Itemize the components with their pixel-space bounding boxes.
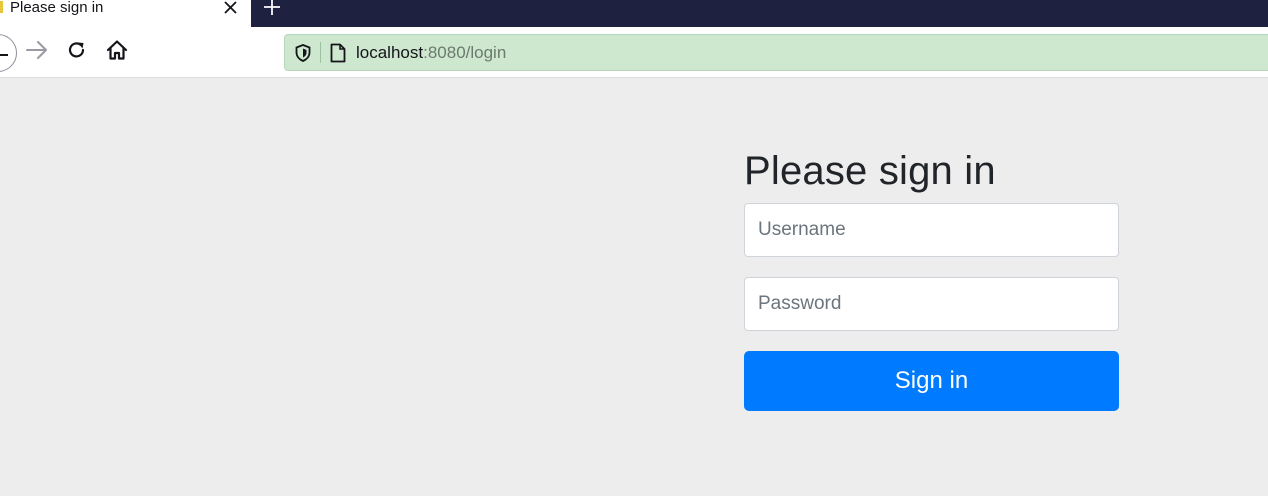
browser-tab[interactable]: Please sign in	[0, 0, 251, 27]
page-content: Please sign in Sign in	[0, 78, 1268, 496]
page-title: Please sign in	[744, 149, 996, 193]
url-separator	[320, 42, 321, 63]
url-text[interactable]: localhost:8080/login	[356, 35, 506, 70]
shield-icon[interactable]	[293, 35, 313, 70]
home-button[interactable]	[102, 27, 132, 78]
address-bar[interactable]: localhost:8080/login	[284, 34, 1268, 71]
tab-title: Please sign in	[10, 0, 104, 16]
forward-button[interactable]	[22, 27, 52, 78]
tab-favicon	[0, 1, 3, 13]
username-input[interactable]	[744, 203, 1119, 257]
back-button[interactable]	[0, 27, 18, 78]
reload-button[interactable]	[62, 27, 92, 78]
password-input[interactable]	[744, 277, 1119, 331]
arrow-right-icon	[26, 41, 48, 64]
sign-in-button[interactable]: Sign in	[744, 351, 1119, 411]
page-icon[interactable]	[329, 35, 347, 70]
close-icon[interactable]	[220, 0, 240, 16]
tab-strip: Please sign in	[0, 0, 1268, 27]
navigation-toolbar: localhost:8080/login	[0, 27, 1268, 78]
arrow-left-icon	[0, 44, 8, 62]
reload-icon	[67, 40, 87, 65]
url-host: localhost	[356, 42, 424, 62]
url-path: :8080/login	[423, 42, 507, 62]
plus-icon[interactable]	[260, 0, 284, 18]
home-icon	[106, 39, 128, 66]
